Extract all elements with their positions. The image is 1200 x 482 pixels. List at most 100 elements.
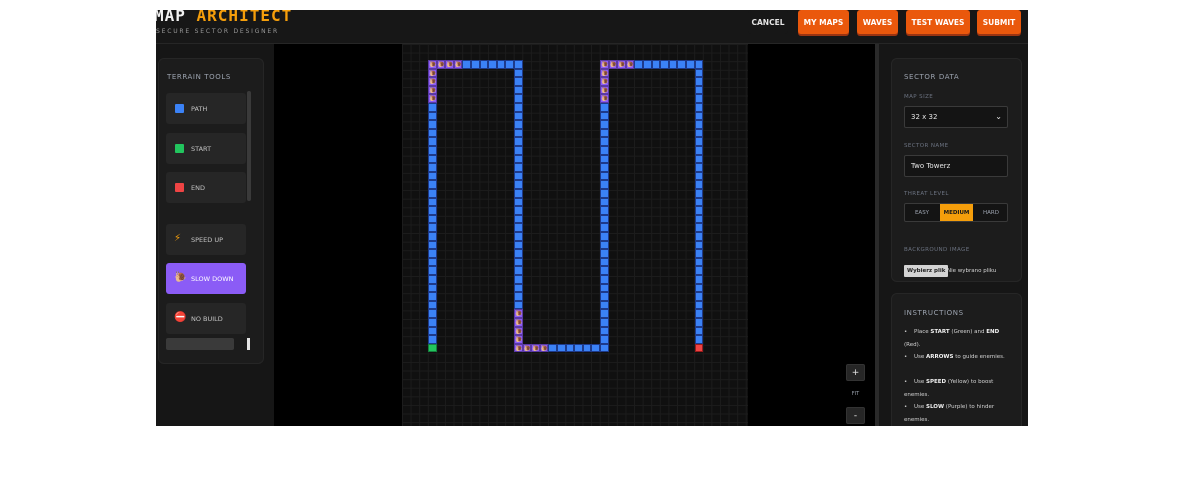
path-tile[interactable]: [514, 257, 523, 267]
path-tile[interactable]: [600, 154, 609, 164]
path-tile[interactable]: [428, 240, 437, 250]
slow-tile[interactable]: 🐌: [445, 60, 454, 69]
start-tile[interactable]: [428, 343, 437, 353]
path-tile[interactable]: [514, 171, 523, 181]
slow-tile[interactable]: 🐌: [436, 60, 446, 69]
path-tile[interactable]: [686, 60, 695, 69]
path-tile[interactable]: [694, 266, 704, 275]
slow-tile[interactable]: 🐌: [428, 94, 437, 103]
path-tile[interactable]: [694, 197, 704, 207]
map-tiles[interactable]: 🐌 🐌 🐌 🐌 🐌 🐌 🐌 🐌 🐌 🐌 🐌 🐌 🐌 🐌 🐌 🐌 🐌 🐌 🐌 🐌 🐌 🐌 🐌 🐌: [274, 44, 875, 426]
path-tile[interactable]: [694, 180, 704, 189]
tool-path[interactable]: PATH: [166, 93, 246, 124]
threat-hard-button[interactable]: HARD: [974, 204, 1008, 221]
path-tile[interactable]: [694, 111, 704, 121]
path-tile[interactable]: [514, 146, 523, 155]
path-tile[interactable]: [600, 111, 609, 121]
path-tile[interactable]: [694, 163, 704, 172]
path-tile[interactable]: [428, 326, 437, 336]
path-tile[interactable]: [600, 249, 609, 258]
choose-file-button[interactable]: Wybierz plik: [904, 265, 949, 277]
path-tile[interactable]: [428, 197, 437, 207]
path-tile[interactable]: [479, 60, 489, 69]
path-tile[interactable]: [488, 60, 497, 69]
path-tile[interactable]: [634, 60, 643, 69]
path-tile[interactable]: [694, 214, 704, 224]
path-tile[interactable]: [600, 283, 609, 293]
path-tile[interactable]: [514, 85, 523, 95]
slow-tile[interactable]: 🐌: [625, 60, 635, 69]
path-tile[interactable]: [514, 120, 523, 129]
slow-tile[interactable]: 🐌: [453, 60, 463, 69]
path-tile[interactable]: [694, 137, 704, 146]
path-tile[interactable]: [428, 300, 437, 310]
path-tile[interactable]: [514, 275, 523, 284]
fit-button[interactable]: FIT: [846, 385, 865, 402]
path-tile[interactable]: [514, 60, 523, 69]
path-tile[interactable]: [428, 292, 437, 301]
path-tile[interactable]: [600, 189, 609, 198]
path-tile[interactable]: [694, 94, 704, 103]
path-tile[interactable]: [428, 257, 437, 267]
path-tile[interactable]: [694, 120, 704, 129]
path-tile[interactable]: [600, 146, 609, 155]
zoom-out-button[interactable]: -: [846, 407, 865, 424]
path-tile[interactable]: [514, 197, 523, 207]
path-tile[interactable]: [600, 300, 609, 310]
path-tile[interactable]: [514, 77, 523, 86]
path-tile[interactable]: [694, 292, 704, 301]
slow-tile[interactable]: 🐌: [600, 77, 609, 86]
map-canvas[interactable]: 🐌 🐌 🐌 🐌 🐌 🐌 🐌 🐌 🐌 🐌 🐌 🐌 🐌 🐌 🐌 🐌 🐌 🐌 🐌 🐌 🐌 🐌 🐌 🐌 + FIT -: [274, 44, 875, 426]
path-tile[interactable]: [428, 223, 437, 232]
path-tile[interactable]: [496, 60, 506, 69]
path-tile[interactable]: [428, 318, 437, 327]
path-tile[interactable]: [428, 180, 437, 189]
path-tile[interactable]: [694, 249, 704, 258]
slow-tile[interactable]: 🐌: [514, 318, 523, 327]
path-tile[interactable]: [428, 103, 437, 112]
path-tile[interactable]: [428, 266, 437, 275]
path-tile[interactable]: [514, 300, 523, 310]
path-tile[interactable]: [428, 111, 437, 121]
path-tile[interactable]: [694, 275, 704, 284]
slow-tile[interactable]: 🐌: [514, 309, 523, 318]
slow-tile[interactable]: 🐌: [617, 60, 626, 69]
path-tile[interactable]: [600, 335, 609, 344]
path-tile[interactable]: [694, 77, 704, 86]
tool-no-build[interactable]: ⛔ NO BUILD: [166, 303, 246, 334]
path-tile[interactable]: [514, 292, 523, 301]
path-tile[interactable]: [694, 85, 704, 95]
path-tile[interactable]: [694, 128, 704, 138]
path-tile[interactable]: [600, 197, 609, 207]
path-tile[interactable]: [428, 154, 437, 164]
path-tile[interactable]: [514, 180, 523, 189]
zoom-in-button[interactable]: +: [846, 364, 865, 381]
path-tile[interactable]: [694, 326, 704, 336]
path-tile[interactable]: [600, 292, 609, 301]
path-tile[interactable]: [514, 206, 523, 215]
path-tile[interactable]: [694, 318, 704, 327]
path-tile[interactable]: [514, 232, 523, 241]
tool-speed-up[interactable]: ⚡ SPEED UP: [166, 224, 246, 255]
slow-tile[interactable]: 🐌: [608, 60, 618, 69]
path-tile[interactable]: [694, 154, 704, 164]
path-tile[interactable]: [600, 309, 609, 318]
path-tile[interactable]: [600, 214, 609, 224]
path-tile[interactable]: [505, 60, 514, 69]
path-tile[interactable]: [600, 232, 609, 241]
slow-tile[interactable]: 🐌: [428, 77, 437, 86]
tools-scroll-thumb[interactable]: [247, 338, 250, 350]
path-tile[interactable]: [428, 146, 437, 155]
slow-tile[interactable]: 🐌: [428, 60, 437, 69]
path-tile[interactable]: [600, 137, 609, 146]
submit-button[interactable]: SUBMIT: [977, 10, 1021, 34]
path-tile[interactable]: [514, 214, 523, 224]
path-tile[interactable]: [677, 60, 686, 69]
threat-medium-button[interactable]: MEDIUM: [940, 204, 973, 221]
slow-tile[interactable]: 🐌: [531, 343, 540, 353]
path-tile[interactable]: [694, 206, 704, 215]
path-tile[interactable]: [600, 257, 609, 267]
path-tile[interactable]: [694, 189, 704, 198]
slow-tile[interactable]: 🐌: [522, 343, 532, 353]
path-tile[interactable]: [694, 68, 704, 78]
